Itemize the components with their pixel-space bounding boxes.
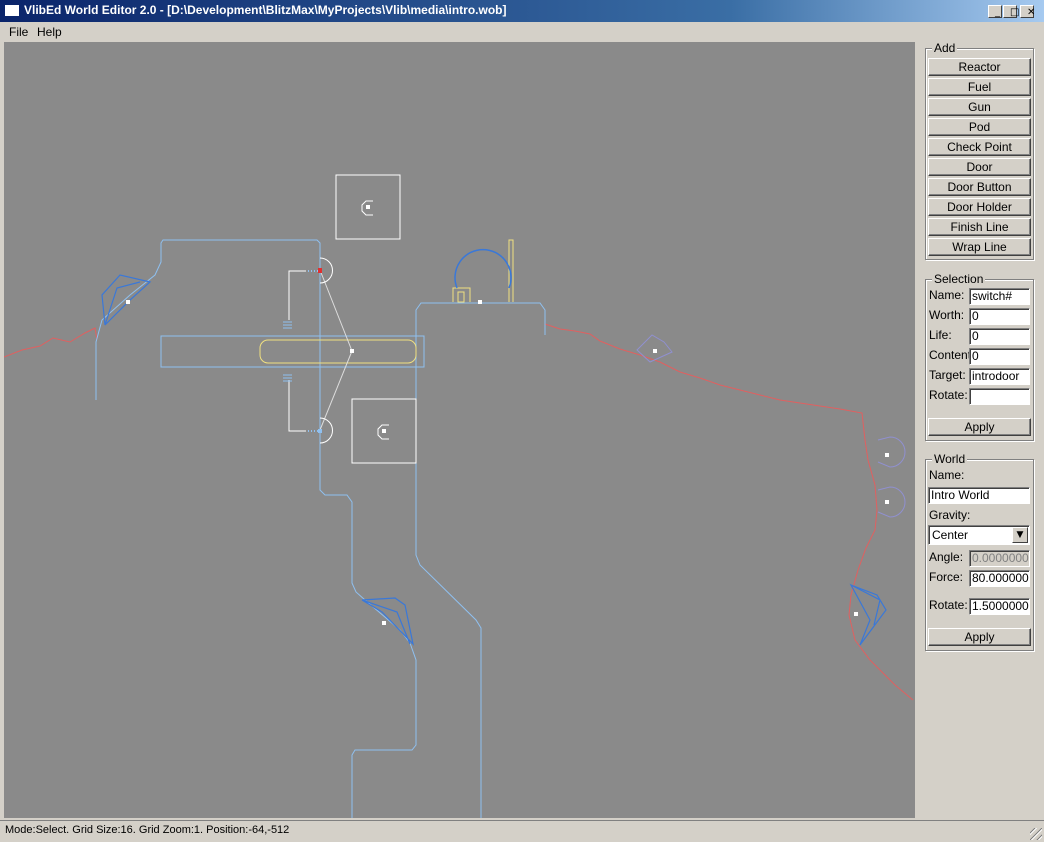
status-text: Mode:Select. Grid Size:16. Grid Zoom:1. … bbox=[5, 824, 290, 836]
handle bbox=[885, 453, 889, 457]
handle bbox=[478, 300, 482, 304]
selection-name-label: Name: bbox=[929, 288, 965, 302]
pod-mid bbox=[636, 334, 673, 363]
wall-outline-main bbox=[95, 239, 417, 818]
handle bbox=[366, 205, 370, 209]
add-check-point-button[interactable]: Check Point bbox=[928, 138, 1031, 156]
add-fuel-button[interactable]: Fuel bbox=[928, 78, 1031, 96]
handle bbox=[885, 500, 889, 504]
world-rotate-field[interactable]: 1.5000000 bbox=[969, 598, 1030, 615]
menu-help[interactable]: Help bbox=[37, 25, 62, 39]
world-name-label: Name: bbox=[929, 468, 965, 482]
switch-bracket-top bbox=[288, 270, 306, 320]
door-holder-top bbox=[452, 287, 471, 302]
world-gravity-label: Gravity: bbox=[929, 508, 971, 522]
add-finish-line-button[interactable]: Finish Line bbox=[928, 218, 1031, 236]
terrain-line-left bbox=[4, 327, 98, 358]
selection-target-label: Target: bbox=[929, 368, 966, 382]
title-bar: VlibEd World Editor 2.0 - [D:\Developmen… bbox=[0, 0, 1044, 22]
window-title: VlibEd World Editor 2.0 - [D:\Developmen… bbox=[24, 3, 507, 17]
world-angle-field: 0.0000000 bbox=[969, 550, 1030, 567]
selection-rotate-field[interactable] bbox=[969, 388, 1030, 405]
handle bbox=[382, 621, 386, 625]
world-force-label: Force: bbox=[929, 570, 964, 584]
selection-life-field[interactable]: 0 bbox=[969, 328, 1030, 345]
world-angle-label: Angle: bbox=[929, 550, 964, 564]
add-door-holder-button[interactable]: Door Holder bbox=[928, 198, 1031, 216]
selection-worth-label: Worth: bbox=[929, 308, 965, 322]
handle bbox=[854, 612, 858, 616]
selection-worth-field[interactable]: 0 bbox=[969, 308, 1030, 325]
add-wrap-line-button[interactable]: Wrap Line bbox=[928, 238, 1031, 256]
world-force-field[interactable]: 80.000000 bbox=[969, 570, 1030, 587]
terrain-line-right bbox=[544, 323, 914, 701]
app-icon bbox=[5, 5, 19, 16]
add-door-button-button[interactable]: Door Button bbox=[928, 178, 1031, 196]
world-gravity-value: Center bbox=[932, 528, 969, 542]
status-bar: Mode:Select. Grid Size:16. Grid Zoom:1. … bbox=[0, 820, 1044, 842]
pod-right-top bbox=[877, 436, 906, 468]
world-drawing[interactable] bbox=[4, 42, 915, 818]
add-door-button[interactable]: Door bbox=[928, 158, 1031, 176]
door-holder-inner bbox=[457, 291, 465, 303]
selection-name-field[interactable]: switch# bbox=[969, 288, 1030, 305]
chevron-down-icon[interactable]: ▼ bbox=[1012, 527, 1028, 543]
selection-life-label: Life: bbox=[929, 328, 952, 342]
wall-bar-horizontal bbox=[160, 335, 425, 368]
selected-switch-marker bbox=[318, 268, 322, 273]
world-rotate-label: Rotate: bbox=[929, 598, 968, 612]
world-name-field[interactable]: Intro World bbox=[928, 487, 1030, 504]
handle bbox=[126, 300, 130, 304]
handle bbox=[318, 429, 322, 433]
menu-bar: File Help bbox=[0, 22, 1044, 41]
minimize-button[interactable]: _ bbox=[988, 5, 1002, 18]
world-panel-title: World bbox=[932, 452, 968, 466]
add-pod-button[interactable]: Pod bbox=[928, 118, 1031, 136]
selection-apply-button[interactable]: Apply bbox=[928, 418, 1031, 436]
resize-grip-icon[interactable] bbox=[1030, 828, 1042, 840]
handle bbox=[350, 349, 354, 353]
add-panel-title: Add bbox=[932, 41, 958, 55]
add-gun-button[interactable]: Gun bbox=[928, 98, 1031, 116]
selection-content-field[interactable]: 0 bbox=[969, 348, 1030, 365]
pod-right-bottom bbox=[877, 486, 906, 518]
selection-target-field[interactable]: introdoor bbox=[969, 368, 1030, 385]
maximize-button[interactable]: □ bbox=[1003, 5, 1019, 18]
world-apply-button[interactable]: Apply bbox=[928, 628, 1031, 646]
switch-bracket-bottom bbox=[288, 380, 306, 432]
world-canvas[interactable] bbox=[4, 42, 915, 818]
selection-content-label: Content: bbox=[929, 348, 975, 362]
selection-rotate-label: Rotate: bbox=[929, 388, 968, 402]
selection-panel-title: Selection bbox=[932, 272, 986, 286]
handle bbox=[382, 429, 386, 433]
door-bar bbox=[259, 339, 417, 364]
menu-file[interactable]: File bbox=[9, 25, 28, 39]
close-button[interactable]: ✕ bbox=[1020, 5, 1035, 18]
wall-outline-center bbox=[415, 302, 546, 818]
add-reactor-button[interactable]: Reactor bbox=[928, 58, 1031, 76]
handle bbox=[653, 349, 657, 353]
reactor-dome bbox=[454, 248, 512, 289]
world-gravity-select[interactable]: Center ▼ bbox=[928, 525, 1030, 545]
link-line bbox=[319, 269, 353, 431]
